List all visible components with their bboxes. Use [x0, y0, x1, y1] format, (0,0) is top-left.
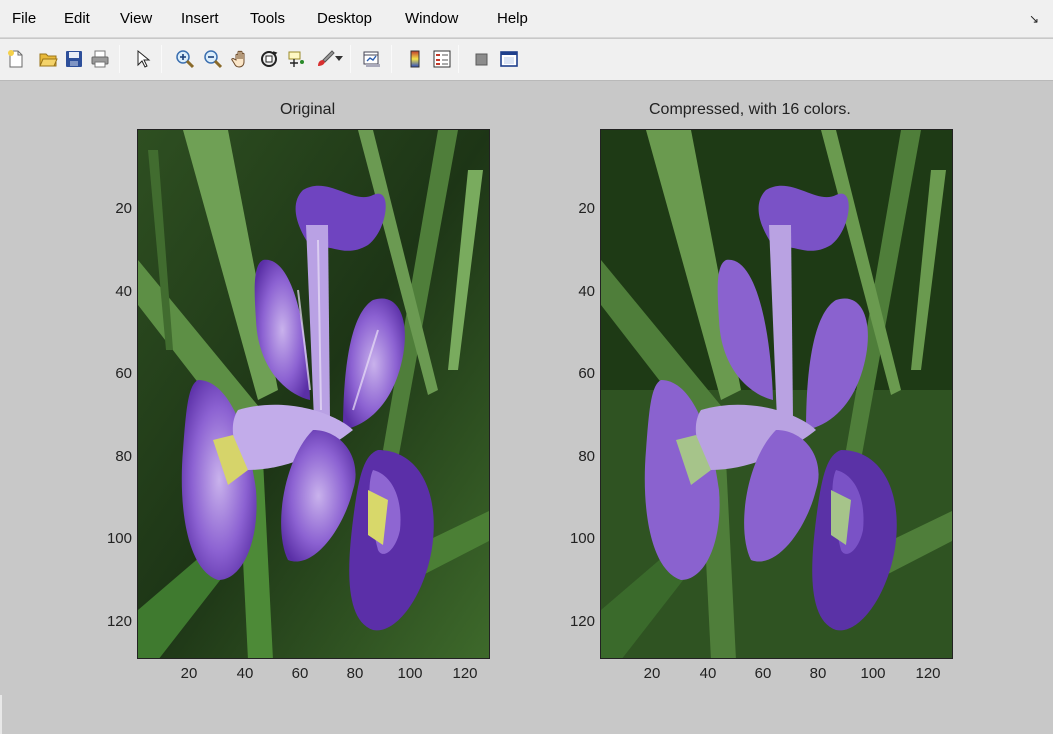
x-tick-label: 120 — [452, 665, 478, 682]
menu-view[interactable]: View — [120, 10, 152, 27]
pan-icon[interactable] — [229, 47, 253, 71]
toolbar-separator — [161, 45, 162, 73]
x-tick-label: 80 — [809, 665, 827, 682]
menu-window[interactable]: Window — [405, 10, 458, 27]
save-figure-icon[interactable] — [62, 47, 86, 71]
image-axes-compressed[interactable] — [600, 129, 953, 659]
x-tick-label: 40 — [236, 665, 254, 682]
toolbar-separator — [391, 45, 392, 73]
axes-title-compressed: Compressed, with 16 colors. — [649, 101, 851, 118]
menu-help[interactable]: Help — [497, 10, 528, 27]
link-plot-icon[interactable] — [360, 47, 384, 71]
toolbar-separator — [119, 45, 120, 73]
open-file-icon[interactable] — [36, 47, 60, 71]
y-tick-label: 40 — [578, 283, 595, 300]
x-tick-label: 20 — [180, 665, 198, 682]
dock-figure-icon[interactable]: ↘ — [1029, 12, 1039, 26]
zoom-in-icon[interactable] — [173, 47, 197, 71]
menu-tools[interactable]: Tools — [250, 10, 285, 27]
y-tick-label: 80 — [115, 448, 132, 465]
menu-desktop[interactable]: Desktop — [317, 10, 372, 27]
y-tick-label: 120 — [569, 613, 595, 630]
y-tick-label: 60 — [578, 365, 595, 382]
y-tick-label: 80 — [578, 448, 595, 465]
x-tick-label: 100 — [397, 665, 423, 682]
x-tick-label: 80 — [346, 665, 364, 682]
window-border — [0, 695, 2, 734]
zoom-out-icon[interactable] — [201, 47, 225, 71]
print-figure-icon[interactable] — [88, 47, 112, 71]
x-tick-label: 100 — [860, 665, 886, 682]
axes-title-original: Original — [280, 101, 336, 118]
y-tick-label: 40 — [115, 283, 132, 300]
data-cursor-icon[interactable] — [285, 47, 309, 71]
y-tick-label: 60 — [115, 365, 132, 382]
menu-file[interactable]: File — [12, 10, 36, 27]
y-tick-label: 20 — [115, 200, 132, 217]
hide-plot-tools-icon[interactable] — [470, 47, 494, 71]
figure-toolbar — [0, 39, 1053, 81]
y-tick-label: 100 — [569, 530, 595, 547]
new-figure-icon[interactable] — [4, 47, 28, 71]
show-plot-tools-icon[interactable] — [497, 47, 521, 71]
matlab-figure-window: File Edit View Insert Tools Desktop Wind… — [0, 0, 1053, 734]
y-tick-label: 100 — [106, 530, 132, 547]
insert-legend-icon[interactable] — [430, 47, 454, 71]
iris-flower-compressed-image — [601, 130, 952, 658]
iris-flower-original-image — [138, 130, 489, 658]
x-tick-label: 60 — [291, 665, 309, 682]
edit-plot-icon[interactable] — [130, 47, 154, 71]
x-tick-label: 120 — [915, 665, 941, 682]
y-tick-label: 120 — [106, 613, 132, 630]
y-tick-label: 20 — [578, 200, 595, 217]
brush-dropdown-icon[interactable] — [333, 47, 345, 71]
menu-edit[interactable]: Edit — [64, 10, 90, 27]
image-axes-original[interactable] — [137, 129, 490, 659]
x-tick-label: 20 — [643, 665, 661, 682]
insert-colorbar-icon[interactable] — [403, 47, 427, 71]
menu-bar: File Edit View Insert Tools Desktop Wind… — [0, 0, 1053, 38]
x-tick-label: 60 — [754, 665, 772, 682]
x-tick-label: 40 — [699, 665, 717, 682]
toolbar-separator — [458, 45, 459, 73]
rotate-3d-icon[interactable] — [257, 47, 281, 71]
menu-insert[interactable]: Insert — [181, 10, 219, 27]
toolbar-separator — [350, 45, 351, 73]
